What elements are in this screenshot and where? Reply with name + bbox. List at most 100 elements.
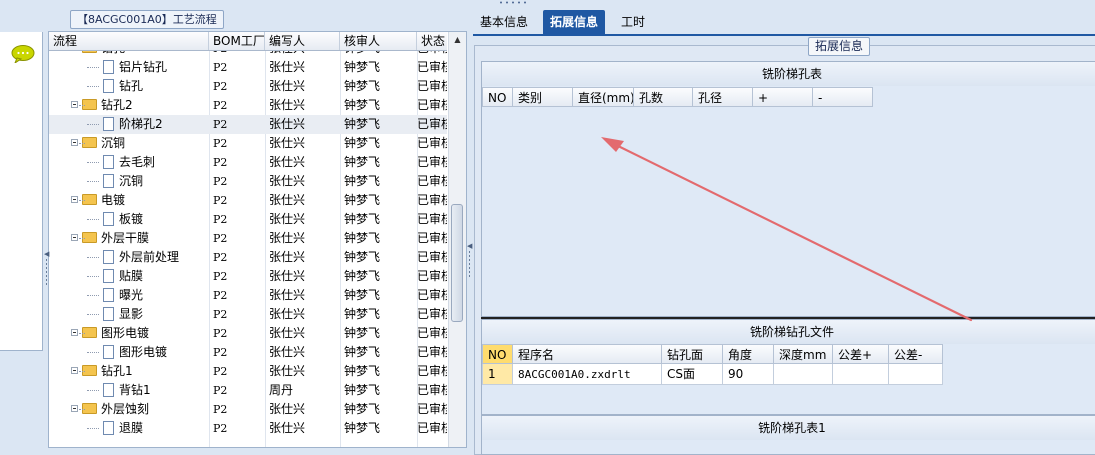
left-splitter-grip[interactable] xyxy=(45,258,48,286)
tree-folder-node[interactable]: 钻孔2 xyxy=(71,96,133,115)
tree-grid-header: 流程 BOM工厂 编写人 核审人 状态 xyxy=(49,32,447,51)
drill-file-row-angle[interactable]: 90 xyxy=(723,364,774,385)
tree-leaf-node[interactable]: 显影 xyxy=(87,305,143,324)
tree-leaf-node[interactable]: 板镀 xyxy=(87,210,143,229)
tree-row[interactable]: 阶梯孔2 P2 张仕兴 钟梦飞 已审核 xyxy=(49,115,447,134)
tree-row[interactable]: 曝光 P2 张仕兴 钟梦飞 已审核 xyxy=(49,286,447,305)
tree-leaf-node[interactable]: 背钻1 xyxy=(87,381,151,400)
tree-leaf-node[interactable]: 阶梯孔2 xyxy=(87,115,163,134)
tree-node-label: 曝光 xyxy=(119,288,144,302)
top-splitter-grip-icon[interactable] xyxy=(495,0,531,5)
column-header-no[interactable]: NO xyxy=(482,87,513,107)
tree-folder-node[interactable]: 外层蚀刻 xyxy=(71,400,149,419)
splitter-arrow-left-icon-2[interactable]: ◀ xyxy=(467,242,472,250)
collapse-toggle-icon[interactable] xyxy=(71,234,78,241)
tree-row[interactable]: 背钻1 P2 周丹 钟梦飞 已审核 xyxy=(49,381,447,400)
tree-leaf-node[interactable]: 贴膜 xyxy=(87,267,143,286)
tree-folder-node[interactable]: 沉铜 xyxy=(71,134,125,153)
tree-row[interactable]: 外层蚀刻 P2 张仕兴 钟梦飞 已审核 xyxy=(49,400,447,419)
column-header-diameter[interactable]: 直径(mm) xyxy=(573,87,634,107)
writer-cell: 张仕兴 xyxy=(269,60,306,74)
tree-leaf-node[interactable]: 图形电镀 xyxy=(87,343,167,362)
column-header-hole-size[interactable]: 孔径 xyxy=(693,87,753,107)
bom-factory-cell: P2 xyxy=(213,403,228,416)
status-cell: 已审核 xyxy=(417,402,447,416)
tree-row[interactable]: 钻孔2 P2 张仕兴 钟梦飞 已审核 xyxy=(49,96,447,115)
writer-cell: 张仕兴 xyxy=(269,364,306,378)
column-header-drill-face[interactable]: 钻孔面 xyxy=(662,344,723,364)
checker-cell: 钟梦飞 xyxy=(344,60,381,74)
tree-leaf-node[interactable]: 去毛刺 xyxy=(87,153,155,172)
tree-row[interactable]: 去毛刺 P2 张仕兴 钟梦飞 已审核 xyxy=(49,153,447,172)
tree-row[interactable]: 钻孔P2张仕兴钟梦飞已审核 xyxy=(49,51,447,58)
document-icon xyxy=(103,174,114,188)
column-header-process[interactable]: 流程 xyxy=(49,32,209,50)
tree-row[interactable]: 图形电镀 P2 张仕兴 钟梦飞 已审核 xyxy=(49,324,447,343)
tree-folder-node[interactable]: 电镀 xyxy=(71,191,125,210)
collapse-toggle-icon[interactable] xyxy=(71,329,78,336)
column-header-angle[interactable]: 角度 xyxy=(723,344,774,364)
drill-file-row-face[interactable]: CS面 xyxy=(662,364,723,385)
column-header-no-2[interactable]: NO xyxy=(482,344,513,364)
column-header-writer[interactable]: 编写人 xyxy=(265,32,340,50)
tree-row[interactable]: 铝片钻孔 P2 张仕兴 钟梦飞 已审核 xyxy=(49,58,447,77)
scrollbar-thumb[interactable] xyxy=(451,204,463,322)
tab-work-hours[interactable]: 工时 xyxy=(614,10,652,34)
tree-row[interactable]: 显影 P2 张仕兴 钟梦飞 已审核 xyxy=(49,305,447,324)
drill-file-row-no[interactable]: 1 xyxy=(482,364,513,385)
drill-file-row-tol-plus[interactable] xyxy=(833,364,889,385)
column-header-category[interactable]: 类别 xyxy=(513,87,573,107)
tree-folder-node[interactable]: 钻孔 xyxy=(71,51,125,58)
tree-row[interactable]: 贴膜 P2 张仕兴 钟梦飞 已审核 xyxy=(49,267,447,286)
column-header-bom-factory[interactable]: BOM工厂 xyxy=(209,32,265,50)
collapse-toggle-icon[interactable] xyxy=(71,139,78,146)
tree-folder-node[interactable]: 图形电镀 xyxy=(71,324,149,343)
column-header-tolerance-plus[interactable]: 公差+ xyxy=(833,344,889,364)
tree-folder-node[interactable]: 外层干膜 xyxy=(71,229,149,248)
writer-cell: 张仕兴 xyxy=(269,307,306,321)
drill-file-row-program[interactable]: 8ACGC001A0.zxdrlt xyxy=(513,364,662,385)
drill-file-row-tol-minus[interactable] xyxy=(889,364,943,385)
tree-row[interactable]: 外层干膜 P2 张仕兴 钟梦飞 已审核 xyxy=(49,229,447,248)
column-header-tolerance-minus[interactable]: 公差- xyxy=(889,344,943,364)
tab-basic-info[interactable]: 基本信息 xyxy=(473,10,535,34)
tree-row[interactable]: 外层前处理 P2 张仕兴 钟梦飞 已审核 xyxy=(49,248,447,267)
tab-underline xyxy=(473,34,1095,36)
drill-file-row-depth[interactable] xyxy=(774,364,833,385)
process-panel-title: 【8ACGC001A0】工艺流程 xyxy=(70,10,224,29)
tree-folder-node[interactable]: 钻孔1 xyxy=(71,362,133,381)
tab-extension-info[interactable]: 拓展信息 xyxy=(543,10,606,34)
tree-row[interactable]: 钻孔1 P2 张仕兴 钟梦飞 已审核 xyxy=(49,362,447,381)
tree-leaf-node[interactable]: 铝片钻孔 xyxy=(87,58,167,77)
column-header-checker[interactable]: 核审人 xyxy=(340,32,417,50)
tree-leaf-node[interactable]: 沉铜 xyxy=(87,172,143,191)
tree-leaf-node[interactable]: 曝光 xyxy=(87,286,144,305)
tree-row[interactable]: 钻孔P2张仕兴钟梦飞已审核 xyxy=(49,77,447,96)
column-header-program-name[interactable]: 程序名 xyxy=(513,344,662,364)
tree-row[interactable]: 退膜 P2 张仕兴 钟梦飞 已审核 xyxy=(49,419,447,438)
collapse-toggle-icon[interactable] xyxy=(71,405,78,412)
tree-node-label: 外层干膜 xyxy=(101,231,150,245)
column-header-minus[interactable]: - xyxy=(813,87,873,107)
tree-row[interactable]: 图形电镀 P2 张仕兴 钟梦飞 已审核 xyxy=(49,343,447,362)
tree-row[interactable]: 电镀 P2 张仕兴 钟梦飞 已审核 xyxy=(49,191,447,210)
tree-leaf-node[interactable]: 钻孔 xyxy=(87,77,143,96)
scroll-up-arrow-icon[interactable]: ▲ xyxy=(449,32,466,47)
splitter-arrow-left-icon[interactable]: ◀ xyxy=(44,250,49,258)
column-header-depth[interactable]: 深度mm xyxy=(774,344,833,364)
tree-row[interactable]: 沉铜 P2 张仕兴 钟梦飞 已审核 xyxy=(49,172,447,191)
center-splitter-grip[interactable] xyxy=(468,250,471,278)
tree-row[interactable]: 沉铜 P2 张仕兴 钟梦飞 已审核 xyxy=(49,134,447,153)
column-header-hole-count[interactable]: 孔数 xyxy=(634,87,693,107)
collapse-toggle-icon[interactable] xyxy=(71,101,78,108)
tree-leaf-node[interactable]: 退膜 xyxy=(87,419,143,438)
tree-leaf-node[interactable]: 外层前处理 xyxy=(87,248,179,267)
tree-row[interactable]: 板镀 P2 张仕兴 钟梦飞 已审核 xyxy=(49,210,447,229)
speech-bubble-icon[interactable] xyxy=(11,45,35,63)
tree-vertical-scrollbar[interactable]: ▲ xyxy=(448,32,466,447)
collapse-toggle-icon[interactable] xyxy=(71,367,78,374)
tree-connector xyxy=(87,428,99,429)
column-header-plus[interactable]: + xyxy=(753,87,813,107)
column-header-status[interactable]: 状态 xyxy=(417,32,447,50)
collapse-toggle-icon[interactable] xyxy=(71,196,78,203)
